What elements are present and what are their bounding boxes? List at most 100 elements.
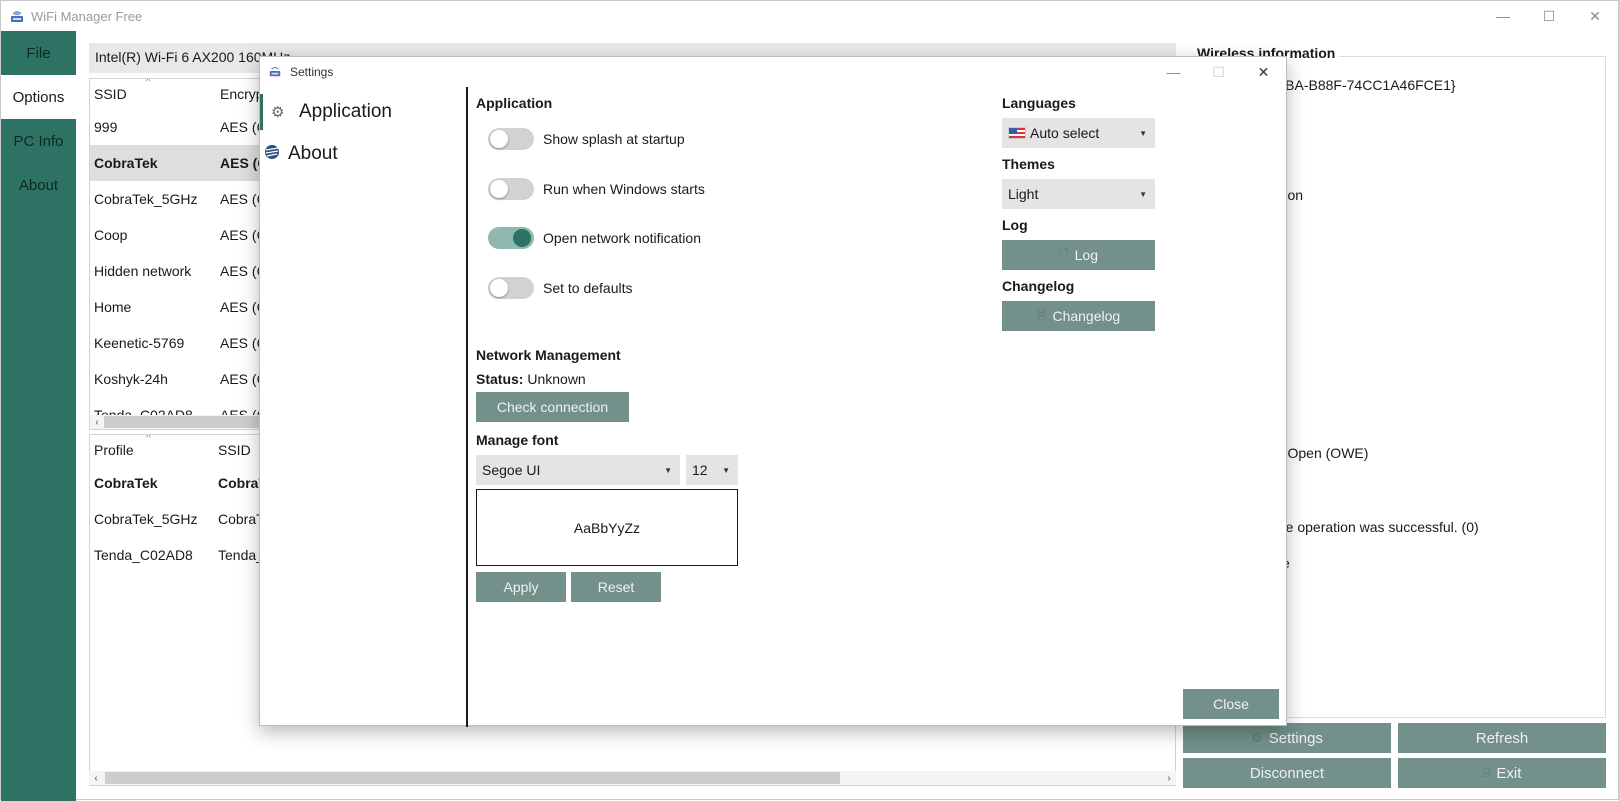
toggle-label: Show splash at startup xyxy=(543,131,685,147)
dialog-close-button[interactable]: ✕ xyxy=(1241,57,1286,87)
toggle-row: Set to defaults xyxy=(488,277,633,300)
gear-icon: ⚙ xyxy=(271,104,285,121)
close-dialog-button[interactable]: Close xyxy=(1183,689,1279,719)
toggle-label: Run when Windows starts xyxy=(543,180,705,197)
toggle-knob xyxy=(513,229,531,248)
left-nav: File Options PC Info About xyxy=(1,31,76,801)
network-status: Status: Unknown xyxy=(476,371,586,387)
toggle-row: Run when Windows starts xyxy=(488,177,705,200)
maximize-button[interactable]: ☐ xyxy=(1526,1,1572,31)
network-ssid: Coop xyxy=(94,227,128,243)
language-value: Auto select xyxy=(1030,125,1100,141)
settings-button-label: Settings xyxy=(1268,729,1323,747)
scroll-left-icon[interactable]: ‹ xyxy=(90,417,104,428)
us-flag-icon xyxy=(1008,127,1026,139)
chevron-down-icon: ▼ xyxy=(722,465,730,475)
info-value: The operation was successful. (0) xyxy=(1269,518,1479,535)
font-family-select[interactable]: Segoe UI ▼ xyxy=(476,455,680,485)
application-section-title: Application xyxy=(476,95,553,111)
toggle-row: Show splash at startup xyxy=(488,128,685,150)
code-file-icon: 🗎 xyxy=(1036,307,1047,322)
active-indicator xyxy=(260,94,263,130)
network-ssid: Koshyk-24h xyxy=(94,371,168,387)
settings-nav-application[interactable]: ⚙ Application xyxy=(260,91,466,133)
chevron-down-icon: ▼ xyxy=(664,465,672,475)
profile-name: CobraTek_5GHz xyxy=(94,511,198,527)
exit-button[interactable]: ⍈ Exit xyxy=(1398,758,1606,788)
font-family-value: Segoe UI xyxy=(482,462,541,478)
app-icon xyxy=(268,64,284,80)
exit-button-label: Exit xyxy=(1496,764,1522,782)
network-ssid: Home xyxy=(94,299,132,315)
nav-item-about[interactable]: About xyxy=(1,163,76,207)
toggle-switch[interactable] xyxy=(488,177,534,200)
dialog-minimize-button[interactable]: — xyxy=(1151,57,1196,87)
changelog-button[interactable]: 🗎 Changelog xyxy=(1002,301,1155,331)
column-header-profile[interactable]: Profile xyxy=(90,442,214,458)
language-select[interactable]: Auto select ▼ xyxy=(1002,118,1155,148)
scroll-right-icon[interactable]: › xyxy=(1162,773,1176,784)
manage-font-title: Manage font xyxy=(476,432,559,448)
toggle-knob xyxy=(490,130,508,148)
profile-name: Tenda_C02AD8 xyxy=(94,547,193,563)
sort-ascending-icon: ^ xyxy=(146,78,151,88)
languages-title: Languages xyxy=(1002,95,1076,111)
toggle-knob xyxy=(490,179,508,198)
network-ssid: CobraTek xyxy=(94,155,158,171)
nav-item-options[interactable]: Options xyxy=(1,75,76,119)
chevron-down-icon: ▼ xyxy=(1139,189,1147,199)
status-value: Unknown xyxy=(527,371,586,387)
scroll-thumb[interactable] xyxy=(105,772,840,784)
settings-button[interactable]: ⚙ Settings xyxy=(1183,723,1391,753)
toggle-switch[interactable] xyxy=(488,277,534,300)
changelog-button-label: Changelog xyxy=(1052,308,1121,324)
globe-icon xyxy=(264,144,284,164)
settings-content: Application Show splash at startup Run wh… xyxy=(476,87,1276,717)
toggle-switch[interactable] xyxy=(488,128,534,150)
reset-button[interactable]: Reset xyxy=(571,572,661,602)
settings-nav-about-label: About xyxy=(288,143,338,164)
toggle-switch[interactable] xyxy=(488,227,534,250)
font-size-value: 12 xyxy=(692,462,708,478)
dialog-window-controls: — ☐ ✕ xyxy=(1151,57,1286,87)
theme-value: Light xyxy=(1008,186,1039,202)
main-window: WiFi Manager Free — ☐ ✕ File Options PC … xyxy=(0,0,1619,801)
toggle-knob xyxy=(490,279,508,298)
minimize-button[interactable]: — xyxy=(1480,1,1526,31)
toggle-row: Open network notification xyxy=(488,227,701,250)
themes-title: Themes xyxy=(1002,156,1055,172)
toggle-label: Open network notification xyxy=(543,230,701,247)
disconnect-button[interactable]: Disconnect xyxy=(1183,758,1391,788)
profiles-hscrollbar[interactable]: ‹ › xyxy=(89,771,1176,785)
chevron-down-icon: ▼ xyxy=(1139,128,1147,138)
font-preview: AaBbYyZz xyxy=(476,489,738,566)
toggle-label: Set to defaults xyxy=(543,280,633,297)
settings-nav-application-label: Application xyxy=(299,101,392,122)
nav-item-pc-info[interactable]: PC Info xyxy=(1,119,76,163)
font-size-select[interactable]: 12 ▼ xyxy=(686,455,738,485)
window-controls: — ☐ ✕ xyxy=(1480,1,1618,31)
refresh-button[interactable]: Refresh xyxy=(1398,723,1606,753)
dialog-maximize-button: ☐ xyxy=(1212,63,1225,80)
network-ssid: Hidden network xyxy=(94,263,192,279)
close-button[interactable]: ✕ xyxy=(1572,1,1618,31)
sort-ascending-icon: ^ xyxy=(146,434,151,444)
settings-nav-about[interactable]: About xyxy=(260,133,466,175)
profile-name: CobraTek xyxy=(94,475,158,491)
scroll-left-icon[interactable]: ‹ xyxy=(89,773,103,784)
network-ssid: Keenetic-5769 xyxy=(94,335,185,351)
network-ssid: 999 xyxy=(94,119,118,135)
column-header-ssid[interactable]: SSID xyxy=(90,86,216,102)
log-title: Log xyxy=(1002,217,1028,233)
check-connection-button[interactable]: Check connection xyxy=(476,392,629,422)
settings-dialog: Settings — ☐ ✕ ⚙ Application About Appli… xyxy=(259,56,1287,727)
log-button[interactable]: 🗋 Log xyxy=(1002,240,1155,270)
theme-select[interactable]: Light ▼ xyxy=(1002,179,1155,209)
settings-dialog-titlebar: Settings — ☐ ✕ xyxy=(260,57,1286,87)
apply-button[interactable]: Apply xyxy=(476,572,566,602)
network-management-title: Network Management xyxy=(476,347,621,363)
gear-icon: ⚙ xyxy=(1251,730,1263,745)
title-bar: WiFi Manager Free — ☐ ✕ xyxy=(1,1,1618,31)
nav-item-file[interactable]: File xyxy=(1,31,76,75)
exit-icon: ⍈ xyxy=(1482,765,1491,780)
